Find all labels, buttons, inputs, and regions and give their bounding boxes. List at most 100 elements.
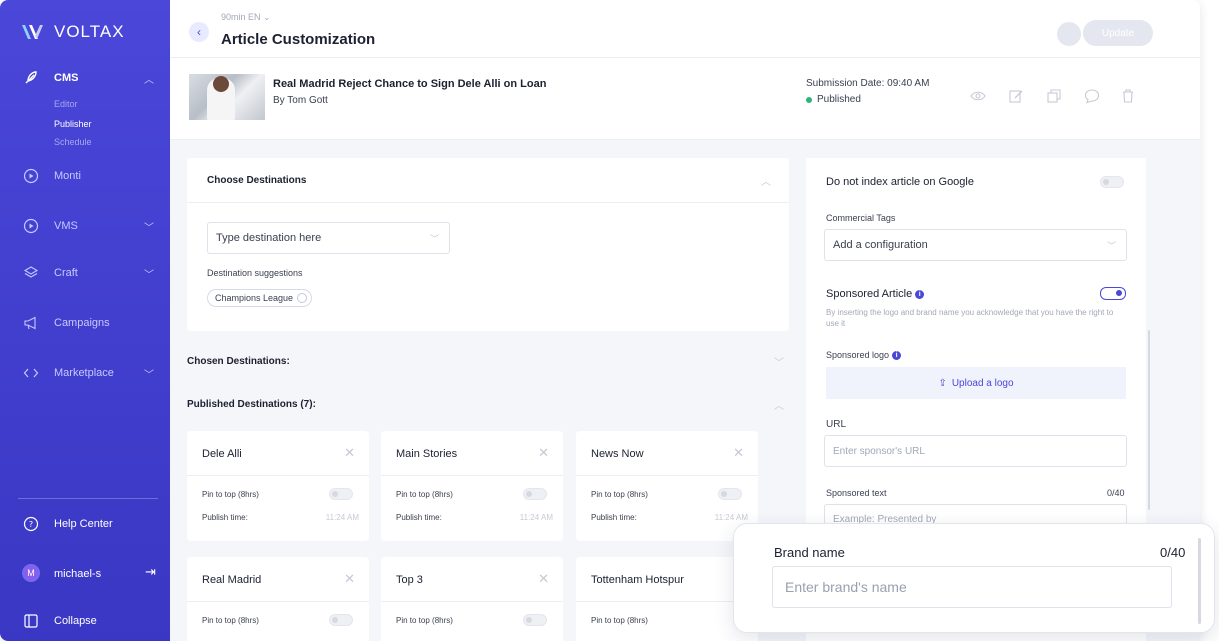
page-title: Article Customization [221, 31, 376, 48]
close-icon[interactable]: ✕ [538, 571, 549, 587]
pin-label: Pin to top (8hrs) [202, 490, 259, 499]
no-index-label: Do not index article on Google [826, 176, 974, 188]
close-icon[interactable]: ✕ [538, 445, 549, 461]
pin-toggle[interactable] [718, 488, 742, 500]
page-header: ‹ 90min EN ⌄ Article Customization Updat… [170, 0, 1200, 58]
pin-label: Pin to top (8hrs) [396, 616, 453, 625]
chevron-down-icon: ﹀ [1106, 240, 1116, 251]
pin-label: Pin to top (8hrs) [591, 490, 648, 499]
pin-toggle[interactable] [523, 614, 547, 626]
chevron-down-icon[interactable]: ﹀ [144, 219, 154, 234]
destination-input[interactable]: Type destination here ﹀ [207, 222, 450, 254]
upload-logo-button[interactable]: ⇪ Upload a logo [826, 367, 1126, 399]
sidebar-collapse-icon [22, 612, 40, 630]
user-name: michael-s [54, 568, 102, 580]
add-icon [297, 293, 308, 303]
sidebar-item-marketplace[interactable]: Marketplace ﹀ [0, 358, 170, 388]
update-button[interactable]: Update [1083, 20, 1153, 46]
sidebar-item-collapse[interactable]: Collapse [0, 606, 170, 636]
close-icon[interactable]: ✕ [733, 445, 744, 461]
pin-label: Pin to top (8hrs) [202, 616, 259, 625]
destination-card: Real Madrid ✕ Pin to top (8hrs) [187, 557, 369, 641]
chevron-down-icon: ⌄ [263, 12, 271, 22]
sidebar-item-campaigns[interactable]: Campaigns [0, 308, 170, 338]
logout-icon[interactable]: ⇥ [145, 564, 156, 580]
sidebar-subitem-schedule[interactable]: Schedule [54, 137, 92, 147]
feather-icon [22, 69, 40, 87]
sidebar-subitem-editor[interactable]: Editor [54, 99, 78, 109]
no-index-toggle[interactable] [1100, 176, 1124, 188]
sidebar-item-help-center[interactable]: ? Help Center [0, 509, 170, 539]
save-draft-button[interactable] [1057, 22, 1081, 46]
sponsored-note: By inserting the logo and brand name you… [826, 308, 1114, 328]
article-summary-bar: Real Madrid Reject Chance to Sign Dele A… [170, 58, 1200, 140]
sponsored-toggle[interactable] [1100, 287, 1126, 300]
destination-card: Dele Alli ✕ Pin to top (8hrs) Publish ti… [187, 431, 369, 541]
avatar[interactable]: M [22, 564, 40, 582]
edit-icon[interactable] [1008, 88, 1024, 104]
sidebar-item-monti[interactable]: Monti [0, 161, 170, 191]
brand-name-input[interactable]: Enter brand's name [772, 566, 1172, 608]
section-title: Choose Destinations [207, 175, 307, 186]
back-button[interactable]: ‹ [189, 22, 209, 42]
destination-card: Tottenham Hotspur Pin to top (8hrs) [576, 557, 758, 641]
sidebar-item-label: Help Center [54, 518, 113, 530]
destination-card: News Now ✕ Pin to top (8hrs) Publish tim… [576, 431, 758, 541]
comment-icon[interactable] [1084, 88, 1100, 104]
sponsored-logo-label: Sponsored logo i [826, 350, 902, 360]
pin-toggle[interactable] [523, 488, 547, 500]
chevron-left-icon: ‹ [197, 25, 201, 39]
submission-date: Submission Date: 09:40 AM [806, 78, 930, 89]
card-scrollbar[interactable] [1198, 538, 1201, 624]
eye-icon[interactable] [970, 88, 986, 104]
sidebar-subitem-publisher[interactable]: Publisher [54, 119, 92, 129]
published-destinations-title: Published Destinations (7): [187, 399, 316, 410]
chevron-down-icon[interactable]: ﹀ [774, 354, 784, 369]
sidebar-item-vms[interactable]: VMS ﹀ [0, 211, 170, 241]
destination-name: Dele Alli [202, 448, 242, 460]
panel-scrollbar[interactable] [1148, 330, 1150, 510]
commercial-tags-label: Commercial Tags [826, 213, 896, 223]
pin-toggle[interactable] [329, 614, 353, 626]
logo: VOLTAX [22, 22, 125, 42]
info-icon: i [915, 290, 925, 299]
site-selector[interactable]: 90min EN ⌄ [221, 12, 271, 23]
chevron-down-icon: ﹀ [429, 233, 439, 244]
upload-label: Upload a logo [951, 377, 1014, 389]
chevron-up-icon[interactable]: ︿ [774, 397, 784, 412]
sidebar-item-craft[interactable]: Craft ﹀ [0, 258, 170, 288]
brand-name-label: Brand name [774, 545, 845, 560]
sponsored-text-label: Sponsored text [826, 488, 887, 498]
publish-time-value: 11:24 AM [325, 513, 359, 522]
suggestion-chip[interactable]: Champions League [207, 289, 313, 307]
publish-time-label: Publish time: [396, 513, 442, 522]
voltax-logo-icon [22, 25, 43, 39]
sponsor-url-input[interactable]: Enter sponsor's URL [824, 435, 1127, 467]
chevron-down-icon[interactable]: ﹀ [144, 366, 154, 381]
copy-icon[interactable] [1046, 88, 1062, 104]
chevron-down-icon[interactable]: ﹀ [144, 266, 154, 281]
chevron-up-icon[interactable]: ︿ [761, 173, 771, 188]
close-icon[interactable]: ✕ [344, 445, 355, 461]
choose-destinations-card: Choose Destinations ︿ Type destination h… [187, 158, 789, 331]
article-thumbnail [189, 74, 265, 120]
pin-label: Pin to top (8hrs) [591, 616, 648, 625]
article-title: Real Madrid Reject Chance to Sign Dele A… [273, 78, 547, 90]
sidebar-item-label: Craft [54, 267, 78, 279]
sidebar-item-label: Collapse [54, 615, 97, 627]
destination-name: News Now [591, 448, 644, 460]
destination-name: Main Stories [396, 448, 458, 460]
commercial-tags-select[interactable]: Add a configuration ﹀ [824, 229, 1127, 261]
layers-icon [22, 264, 40, 282]
close-icon[interactable]: ✕ [344, 571, 355, 587]
sidebar-item-cms[interactable]: CMS ︿ [0, 63, 170, 93]
megaphone-icon [22, 314, 40, 332]
commercial-tags-placeholder: Add a configuration [833, 239, 928, 251]
chevron-up-icon[interactable]: ︿ [144, 71, 154, 86]
brand-name: VOLTAX [54, 22, 125, 41]
pin-toggle[interactable] [329, 488, 353, 500]
sponsored-text-count: 0/40 [1107, 488, 1125, 498]
trash-icon[interactable] [1120, 88, 1136, 104]
destination-name: Real Madrid [202, 574, 262, 586]
destination-card: Main Stories ✕ Pin to top (8hrs) Publish… [381, 431, 563, 541]
